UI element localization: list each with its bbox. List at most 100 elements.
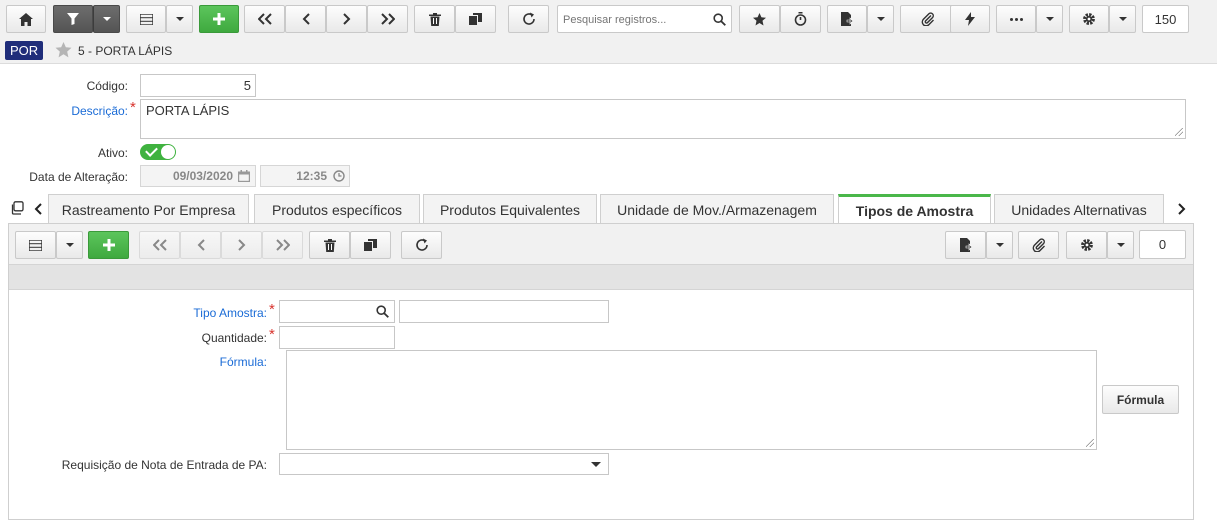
sub-report-button[interactable]	[945, 231, 986, 259]
search-icon[interactable]	[713, 13, 726, 26]
data-alteracao-field: 09/03/2020	[140, 165, 256, 187]
report-button[interactable]	[827, 5, 867, 33]
grid-header-strip	[9, 264, 1193, 290]
settings-group	[1069, 5, 1136, 33]
first-icon	[257, 13, 272, 25]
sub-report-dropdown-button[interactable]	[986, 231, 1013, 259]
sub-add-button[interactable]	[88, 231, 129, 259]
ativo-toggle[interactable]	[140, 144, 176, 160]
filter-dropdown-button[interactable]	[93, 5, 120, 33]
tab-panel: 0 Tipo Amostra: * Quantidade: * Fórmula:…	[8, 223, 1194, 520]
sub-view-dropdown-button[interactable]	[56, 231, 83, 259]
clock-icon[interactable]	[333, 170, 345, 182]
tab-produtos-equivalentes[interactable]: Produtos Equivalentes	[423, 194, 597, 224]
page-title: 5 - PORTA LÁPIS	[78, 44, 173, 58]
resize-handle[interactable]	[1175, 128, 1183, 136]
previous-record-button[interactable]	[285, 5, 326, 33]
view-dropdown-button[interactable]	[166, 5, 193, 33]
search-icon[interactable]	[376, 305, 389, 318]
tab-produtos-especificos[interactable]: Produtos específicos	[254, 194, 420, 224]
chevron-left-icon[interactable]	[34, 203, 42, 215]
chevron-right-icon[interactable]	[1178, 203, 1186, 215]
module-badge: POR	[5, 41, 44, 60]
sub-duplicate-button[interactable]	[350, 231, 391, 259]
chevron-down-icon	[1045, 17, 1054, 21]
more-button[interactable]	[996, 5, 1036, 33]
chevron-down-icon	[1116, 243, 1125, 247]
next-icon	[237, 239, 245, 251]
trash-icon	[323, 238, 336, 252]
codigo-field[interactable]: 5	[140, 74, 256, 97]
sub-record-counter: 0	[1139, 230, 1186, 259]
more-dropdown-button[interactable]	[1036, 5, 1063, 33]
sub-next-button[interactable]	[221, 231, 262, 259]
sub-settings-button[interactable]	[1066, 231, 1107, 259]
prev-icon	[197, 239, 205, 251]
requisicao-label: Requisição de Nota de Entrada de PA:	[61, 458, 267, 472]
delete-button[interactable]	[414, 5, 455, 33]
settings-dropdown-button[interactable]	[1109, 5, 1136, 33]
record-counter: 150	[1142, 5, 1189, 33]
hora-alteracao-field: 12:35	[260, 165, 350, 187]
record-title-bar: POR 5 - PORTA LÁPIS	[0, 38, 1217, 64]
more-icon	[1009, 17, 1023, 21]
chevron-down-icon	[65, 243, 74, 247]
star-icon[interactable]	[55, 42, 72, 58]
tab-unidade-mov[interactable]: Unidade de Mov./Armazenagem	[600, 194, 834, 224]
sub-attachment-button[interactable]	[1018, 231, 1059, 259]
action-button[interactable]	[950, 5, 990, 33]
sub-refresh-button[interactable]	[401, 231, 442, 259]
favorite-button[interactable]	[739, 5, 780, 33]
sub-last-button[interactable]	[262, 231, 303, 259]
first-record-button[interactable]	[244, 5, 285, 33]
calendar-icon[interactable]	[238, 170, 250, 182]
last-record-button[interactable]	[367, 5, 408, 33]
sub-toolbar: 0	[9, 224, 1193, 264]
descricao-value: PORTA LÁPIS	[146, 103, 230, 118]
resize-handle[interactable]	[1086, 439, 1094, 447]
tipo-amostra-field[interactable]	[279, 300, 395, 323]
sub-delete-button[interactable]	[309, 231, 350, 259]
search-input[interactable]	[561, 10, 713, 30]
formula-field[interactable]	[286, 350, 1097, 450]
list-view-button[interactable]	[126, 5, 166, 33]
filter-button[interactable]	[53, 5, 93, 33]
home-button[interactable]	[6, 5, 46, 33]
report-dropdown-button[interactable]	[867, 5, 894, 33]
next-record-button[interactable]	[326, 5, 367, 33]
filter-icon	[67, 13, 79, 25]
refresh-button[interactable]	[508, 5, 549, 33]
gear-icon	[1080, 239, 1093, 251]
timer-button[interactable]	[780, 5, 821, 33]
descricao-label: Descrição:	[71, 104, 128, 118]
descricao-field[interactable]: PORTA LÁPIS	[140, 99, 1186, 139]
sub-previous-button[interactable]	[180, 231, 221, 259]
quantidade-field[interactable]	[279, 326, 395, 349]
tab-unidades-alternativas[interactable]: Unidades Alternativas	[994, 194, 1164, 224]
list-icon	[139, 13, 153, 25]
tab-tipos-amostra[interactable]: Tipos de Amostra	[838, 194, 991, 225]
edit-group	[414, 5, 496, 33]
attachment-button[interactable]	[900, 5, 956, 33]
copy-icon	[364, 239, 377, 251]
add-button[interactable]	[199, 5, 239, 33]
duplicate-button[interactable]	[455, 5, 496, 33]
settings-button[interactable]	[1069, 5, 1109, 33]
sub-settings-dropdown-button[interactable]	[1107, 231, 1134, 259]
formula-button[interactable]: Fórmula	[1102, 385, 1179, 414]
requisicao-select[interactable]	[279, 453, 609, 475]
sub-list-view-button[interactable]	[15, 231, 56, 259]
next-icon	[342, 13, 350, 25]
favorites-group	[739, 5, 821, 33]
more-group	[996, 5, 1063, 33]
report-icon	[959, 238, 972, 252]
sub-navigation-group	[139, 231, 303, 259]
paperclip-icon	[921, 12, 934, 26]
first-icon	[152, 239, 167, 251]
tab-rastreamento[interactable]: Rastreamento Por Empresa	[48, 194, 249, 224]
required-marker: *	[130, 99, 136, 116]
restore-window-icon[interactable]	[10, 201, 24, 215]
codigo-label: Código:	[86, 79, 128, 93]
data-alteracao-label: Data de Alteração:	[29, 170, 128, 184]
sub-first-button[interactable]	[139, 231, 180, 259]
